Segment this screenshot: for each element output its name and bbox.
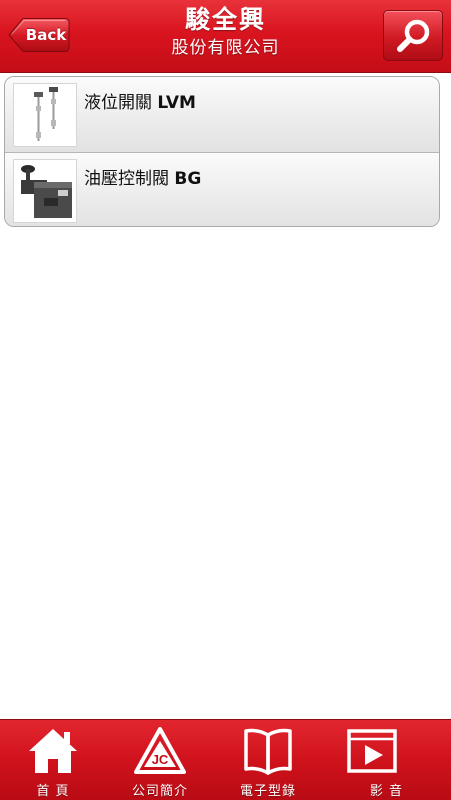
video-play-icon <box>347 729 397 773</box>
company-logo-icon: JC <box>134 727 186 774</box>
list-item[interactable]: 液位開關 LVM <box>5 77 439 152</box>
product-code: LVM <box>157 93 196 113</box>
product-code: BG <box>174 169 202 189</box>
page-subtitle: 股份有限公司 <box>171 38 280 58</box>
hydraulic-valve-product-image <box>21 165 72 218</box>
page-title-block: 駿全興 股份有限公司 <box>100 4 351 60</box>
page-title: 駿全興 <box>184 5 266 34</box>
back-button-label: Back <box>25 26 67 44</box>
product-name: 油壓控制閥 <box>84 169 169 189</box>
product-thumbnail <box>13 159 77 223</box>
product-name: 液位開關 <box>84 93 152 113</box>
list-item-label: 油壓控制閥 BG <box>84 164 201 189</box>
tab-label: 首 頁 <box>36 784 70 799</box>
tab-label: 公司簡介 <box>131 784 188 799</box>
list-item-label: 液位開關 LVM <box>84 88 196 113</box>
tab-video[interactable]: 影 音 <box>322 720 451 800</box>
tab-label: 電子型錄 <box>239 784 296 799</box>
level-switch-product-image <box>34 87 58 141</box>
tab-company-info[interactable]: JC 公司簡介 <box>106 720 214 800</box>
back-button[interactable]: Back <box>8 17 70 53</box>
svg-text:JC: JC <box>152 752 169 767</box>
search-button[interactable] <box>383 10 443 61</box>
list-item[interactable]: 油壓控制閥 BG <box>5 152 439 226</box>
tab-home[interactable]: 首 頁 <box>0 720 106 800</box>
tab-label: 影 音 <box>369 784 404 799</box>
product-thumbnail <box>13 83 77 147</box>
header-bar: Back 駿全興 股份有限公司 <box>0 0 451 73</box>
search-icon <box>397 19 430 52</box>
home-icon <box>29 729 77 773</box>
product-list: 液位開關 LVM 油壓控制閥 BG <box>4 76 440 227</box>
bottom-tab-bar: 首 頁 JC 公司簡介 電子型錄 影 音 <box>0 719 451 800</box>
book-icon <box>244 728 292 775</box>
tab-e-catalog[interactable]: 電子型錄 <box>214 720 322 800</box>
